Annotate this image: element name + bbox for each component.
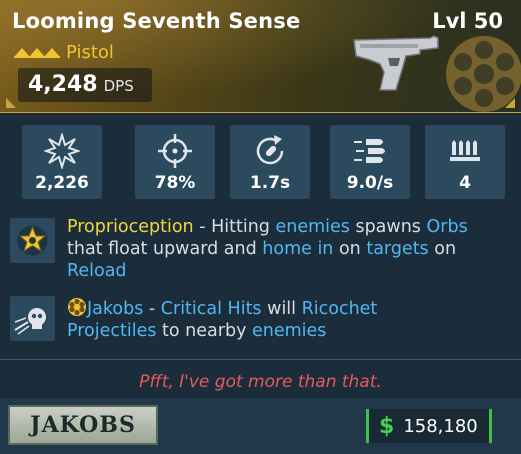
keyword: Orbs (426, 217, 468, 237)
item-footer: JAKOBS $ 158,180 (0, 398, 521, 454)
keyword: Ricochet (301, 299, 378, 319)
stat-accuracy-value: 78% (154, 173, 196, 193)
keyword: enemies (275, 217, 350, 237)
magazine-size-icon (450, 140, 480, 161)
jakobs-cylinder-icon (68, 298, 86, 316)
manufacturer-perk-name: Jakobs (87, 299, 144, 319)
flavor-text: Pfft, I've got more than that. (139, 372, 382, 392)
perk-text-segment: spawns (349, 217, 427, 237)
keyword: targets (366, 239, 429, 259)
keyword: Critical Hits (160, 299, 262, 319)
orb-star-icon (17, 225, 48, 256)
perk-text-segment: will (261, 299, 302, 319)
corner-tick-icon (6, 98, 16, 108)
weapon-type-row: Pistol (14, 41, 114, 63)
legendary-rarity-icon (14, 48, 60, 58)
stat-reload-value: 1.7s (249, 173, 291, 193)
perk-proprioception-desc: Proprioception - Hitting enemies spawns … (67, 216, 507, 282)
item-name: Looming Seventh Sense (12, 9, 301, 33)
keyword: home in (262, 239, 334, 259)
dps-readout: 4,248 DPS (18, 68, 152, 102)
dps-value: 4,248 (28, 72, 98, 97)
item-header: Looming Seventh Sense Lvl 50 Pistol 4,24… (0, 0, 521, 113)
item-price: $ 158,180 (366, 409, 492, 443)
flavor-divider (0, 359, 521, 360)
accuracy-crosshair-icon (158, 134, 192, 168)
perk-text-segment: on (428, 239, 457, 259)
stat-damage: 2,226 (22, 125, 102, 199)
perk-text-segment: - Hitting (193, 217, 276, 237)
reload-time-icon (256, 135, 284, 165)
perk-text-segment: to nearby (156, 321, 252, 341)
stat-fire-rate: 9.0/s (330, 125, 410, 199)
stat-magazine: 4 (425, 125, 505, 199)
keyword: enemies (251, 321, 327, 341)
stat-reload: 1.7s (230, 125, 310, 199)
keyword: Projectiles (67, 321, 157, 341)
dps-unit: DPS (103, 77, 134, 95)
pistol-image (353, 35, 439, 91)
corner-tick-icon (505, 98, 515, 108)
item-level: Lvl 50 (432, 9, 503, 33)
stat-damage-value: 2,226 (35, 173, 89, 193)
manufacturer-logo: JAKOBS (8, 405, 158, 445)
perk-text-segment: - (143, 299, 161, 319)
damage-burst-icon (44, 133, 80, 169)
stat-fire-rate-value: 9.0/s (346, 173, 394, 193)
stat-magazine-value: 4 (459, 173, 471, 193)
perk-text-segment: that float upward and (67, 239, 263, 259)
perk-text-segment: on (333, 239, 367, 259)
perk-jakobs-desc: Jakobs - Critical Hits will Ricochet Pro… (67, 297, 507, 342)
perk-name: Proprioception (67, 217, 194, 237)
fire-rate-bullets-icon (354, 139, 385, 163)
manufacturer-logo-text: JAKOBS (30, 412, 136, 438)
price-value: 158,180 (403, 415, 478, 437)
keyword: Reload (67, 261, 127, 281)
currency-icon: $ (379, 413, 395, 439)
jakobs-perk-icon (10, 296, 55, 341)
weapon-type: Pistol (66, 41, 114, 63)
stat-accuracy: 78% (135, 125, 215, 199)
proprioception-perk-icon (10, 218, 55, 263)
ricochet-skull-icon (14, 308, 46, 335)
